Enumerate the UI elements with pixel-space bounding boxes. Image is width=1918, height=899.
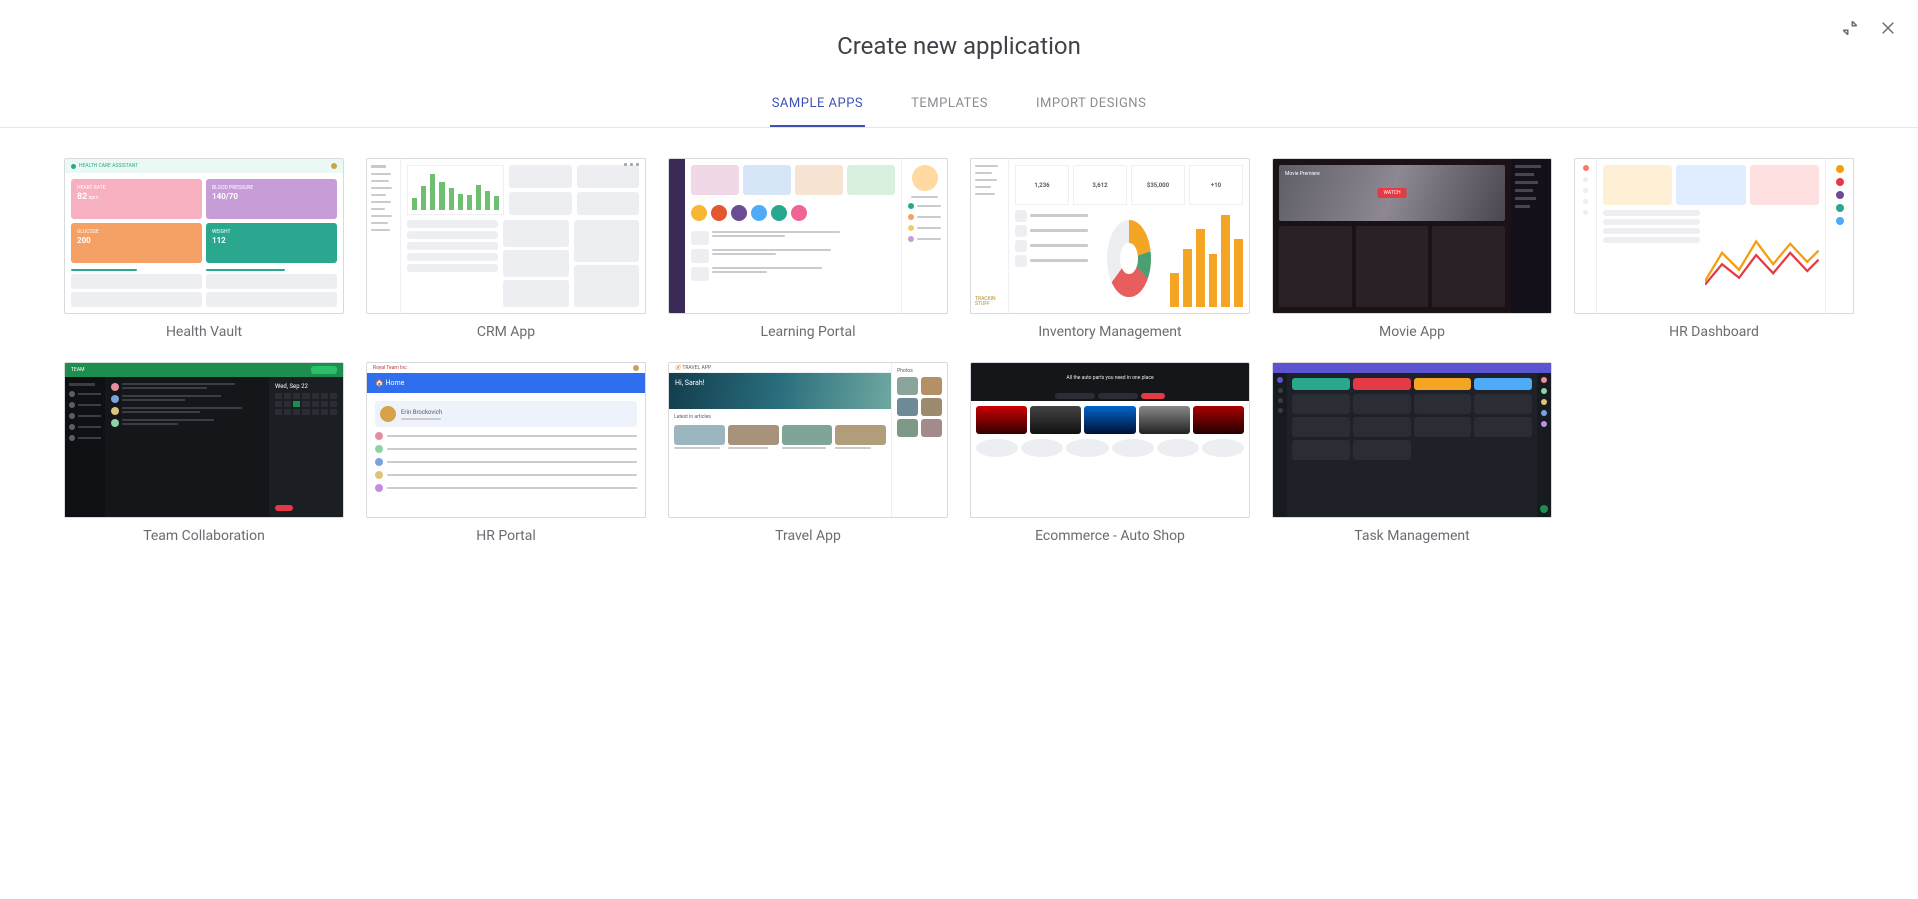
card-thumbnail: TEAM	[64, 362, 344, 518]
card-label: Travel App	[668, 528, 948, 544]
card-label: Team Collaboration	[64, 528, 344, 544]
tab-sample-apps[interactable]: SAMPLE APPS	[770, 86, 865, 127]
sample-app-card[interactable]: TRACKINSTUFF 1,236 3,612 $35,000 +10	[970, 158, 1250, 340]
card-thumbnail: All the auto parts you need in one place	[970, 362, 1250, 518]
card-label: Inventory Management	[970, 324, 1250, 340]
sample-app-card[interactable]: Movie Premiere WATCH	[1272, 158, 1552, 340]
sample-apps-grid: HEALTH CARE ASSISTANT HEART RATE82 bpm B…	[64, 158, 1854, 544]
sample-apps-grid-wrap: HEALTH CARE ASSISTANT HEART RATE82 bpm B…	[0, 128, 1918, 574]
modal-header: Create new application SAMPLE APPS TEMPL…	[0, 0, 1918, 128]
sample-app-card[interactable]: CRM App	[366, 158, 646, 340]
card-thumbnail	[366, 158, 646, 314]
sample-app-card[interactable]: TEAM	[64, 362, 344, 544]
sample-app-card[interactable]: All the auto parts you need in one place	[970, 362, 1250, 544]
card-thumbnail: Royal Team Inc 🏠 Home Erin Brockovich	[366, 362, 646, 518]
tab-templates[interactable]: TEMPLATES	[909, 86, 990, 127]
card-label: CRM App	[366, 324, 646, 340]
card-label: Ecommerce - Auto Shop	[970, 528, 1250, 544]
sample-app-card[interactable]: Task Management	[1272, 362, 1552, 544]
card-thumbnail	[1272, 362, 1552, 518]
card-thumbnail: HEALTH CARE ASSISTANT HEART RATE82 bpm B…	[64, 158, 344, 314]
card-thumbnail	[1574, 158, 1854, 314]
sample-app-card[interactable]: 🧭 TRAVEL APP Hi, Sarah! Latest in articl…	[668, 362, 948, 544]
card-label: Learning Portal	[668, 324, 948, 340]
tab-import-designs[interactable]: IMPORT DESIGNS	[1034, 86, 1148, 127]
card-label: Movie App	[1272, 324, 1552, 340]
modal-title: Create new application	[0, 32, 1918, 60]
card-label: HR Portal	[366, 528, 646, 544]
modal-tabs: SAMPLE APPS TEMPLATES IMPORT DESIGNS	[0, 86, 1918, 128]
sample-app-card[interactable]: Royal Team Inc 🏠 Home Erin Brockovich	[366, 362, 646, 544]
sample-app-card[interactable]: HR Dashboard	[1574, 158, 1854, 340]
card-label: Health Vault	[64, 324, 344, 340]
card-label: HR Dashboard	[1574, 324, 1854, 340]
card-thumbnail: TRACKINSTUFF 1,236 3,612 $35,000 +10	[970, 158, 1250, 314]
card-label: Task Management	[1272, 528, 1552, 544]
card-thumbnail: Movie Premiere WATCH	[1272, 158, 1552, 314]
sample-app-card[interactable]: Learning Portal	[668, 158, 948, 340]
sample-app-card[interactable]: HEALTH CARE ASSISTANT HEART RATE82 bpm B…	[64, 158, 344, 340]
create-application-modal: Create new application SAMPLE APPS TEMPL…	[0, 0, 1918, 574]
card-thumbnail: 🧭 TRAVEL APP Hi, Sarah! Latest in articl…	[668, 362, 948, 518]
card-thumbnail	[668, 158, 948, 314]
